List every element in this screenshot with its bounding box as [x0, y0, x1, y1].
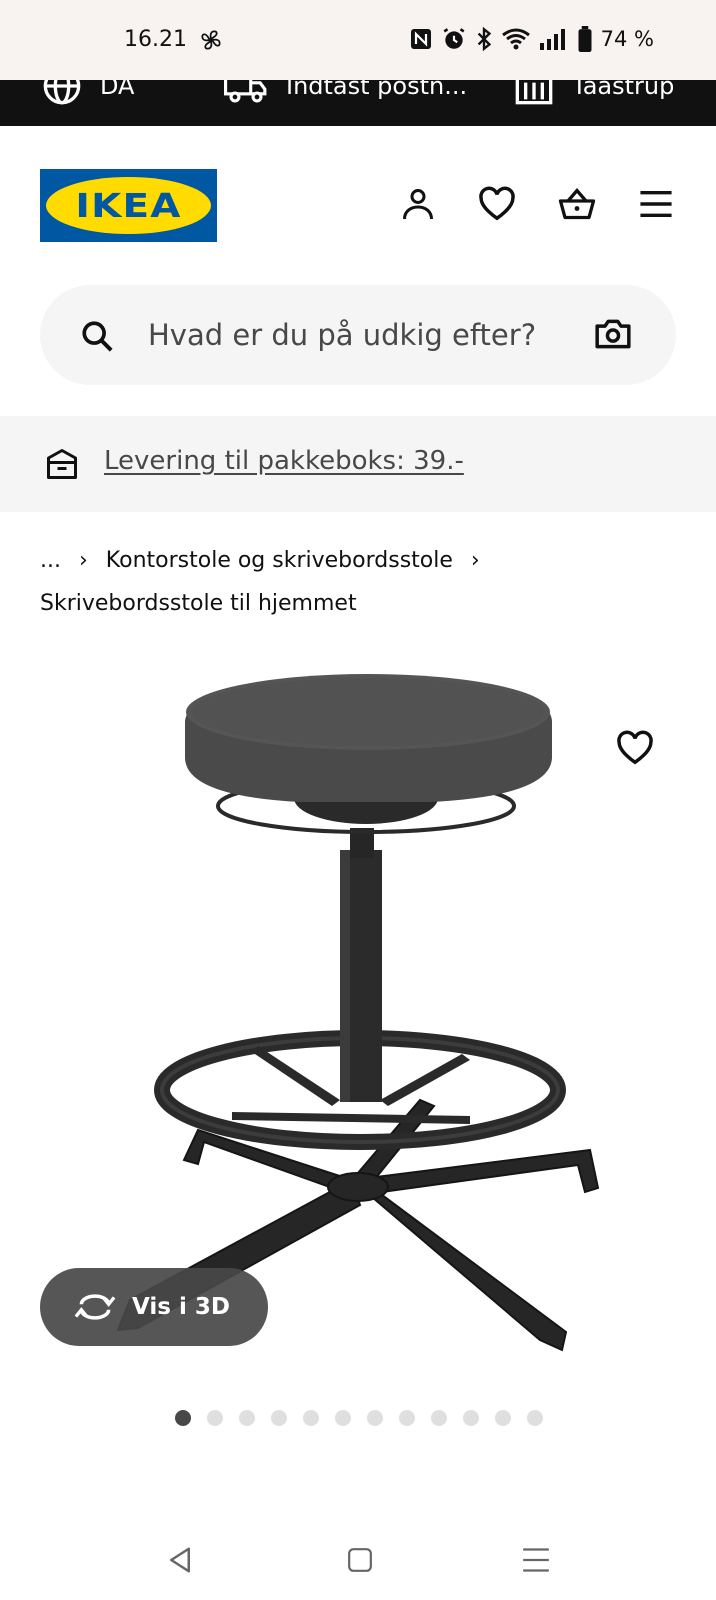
store-selector[interactable]: Taastrup	[514, 80, 674, 106]
delivery-link[interactable]: Levering til pakkeboks: 39.-	[104, 446, 464, 476]
carousel-dot[interactable]	[463, 1410, 479, 1426]
carousel-dot[interactable]	[303, 1410, 319, 1426]
signal-icon	[539, 29, 565, 50]
carousel-dot[interactable]	[399, 1410, 415, 1426]
breadcrumb-ellipsis[interactable]: ...	[40, 548, 61, 573]
logo-text: IKEA	[75, 186, 182, 225]
status-time: 16.21	[124, 27, 187, 52]
delivery-truck-icon	[224, 80, 267, 103]
nfc-icon	[410, 29, 431, 49]
breadcrumb-item[interactable]: Kontorstole og skrivebordsstole	[106, 548, 453, 573]
globe-icon	[43, 80, 81, 105]
view-in-3d-label: Vis i 3D	[132, 1294, 230, 1320]
chevron-right-icon: ›	[470, 547, 480, 573]
bluetooth-icon	[477, 26, 491, 52]
menu-icon[interactable]	[636, 184, 676, 224]
language-selector[interactable]: DA	[42, 80, 134, 106]
carousel-dot[interactable]	[175, 1410, 191, 1426]
carousel-dot[interactable]	[431, 1410, 447, 1426]
system-nav-bar	[0, 1520, 716, 1600]
carousel-dot[interactable]	[367, 1410, 383, 1426]
battery-icon	[578, 26, 592, 52]
battery-percent: 74 %	[600, 27, 654, 51]
recents-menu-icon[interactable]	[516, 1540, 556, 1580]
parcel-box-icon	[47, 449, 77, 479]
search-bar[interactable]	[40, 285, 676, 385]
fan-icon	[201, 30, 221, 50]
search-input[interactable]	[148, 285, 568, 385]
status-icons: 74 %	[409, 26, 654, 52]
wifi-icon	[501, 28, 530, 50]
rotate-3d-icon	[74, 1294, 116, 1320]
search-icon	[82, 321, 113, 352]
image-carousel-dots	[175, 1410, 543, 1426]
postcode-selector[interactable]: Indtast postn...	[224, 80, 467, 106]
basket-icon[interactable]	[557, 184, 597, 224]
top-utility-strip: DA Indtast postn... Taastrup	[0, 80, 716, 126]
carousel-dot[interactable]	[207, 1410, 223, 1426]
chevron-right-icon: ›	[78, 547, 88, 573]
carousel-dot[interactable]	[527, 1410, 543, 1426]
carousel-dot[interactable]	[335, 1410, 351, 1426]
breadcrumb: ... › Kontorstole og skrivebordsstole › …	[40, 545, 480, 617]
alarm-icon	[443, 28, 465, 49]
postcode-label: Indtast postn...	[286, 80, 468, 100]
back-icon[interactable]	[160, 1540, 200, 1580]
carousel-dot[interactable]	[239, 1410, 255, 1426]
heart-icon[interactable]	[477, 184, 517, 224]
ikea-logo[interactable]: IKEA	[40, 169, 217, 242]
language-label: DA	[100, 80, 135, 100]
account-icon[interactable]	[398, 184, 438, 224]
home-icon[interactable]	[340, 1540, 380, 1580]
breadcrumb-current[interactable]: Skrivebordsstole til hjemmet	[40, 591, 357, 616]
delivery-banner: Levering til pakkeboks: 39.-	[0, 416, 716, 512]
carousel-dot[interactable]	[495, 1410, 511, 1426]
store-label: Taastrup	[572, 80, 675, 100]
view-in-3d-button[interactable]: Vis i 3D	[40, 1268, 268, 1346]
store-icon	[515, 80, 553, 105]
status-bar: 16.21 74 %	[0, 0, 716, 80]
add-to-favourites-heart-icon[interactable]	[616, 730, 656, 770]
camera-search-icon[interactable]	[594, 315, 632, 353]
carousel-dot[interactable]	[271, 1410, 287, 1426]
